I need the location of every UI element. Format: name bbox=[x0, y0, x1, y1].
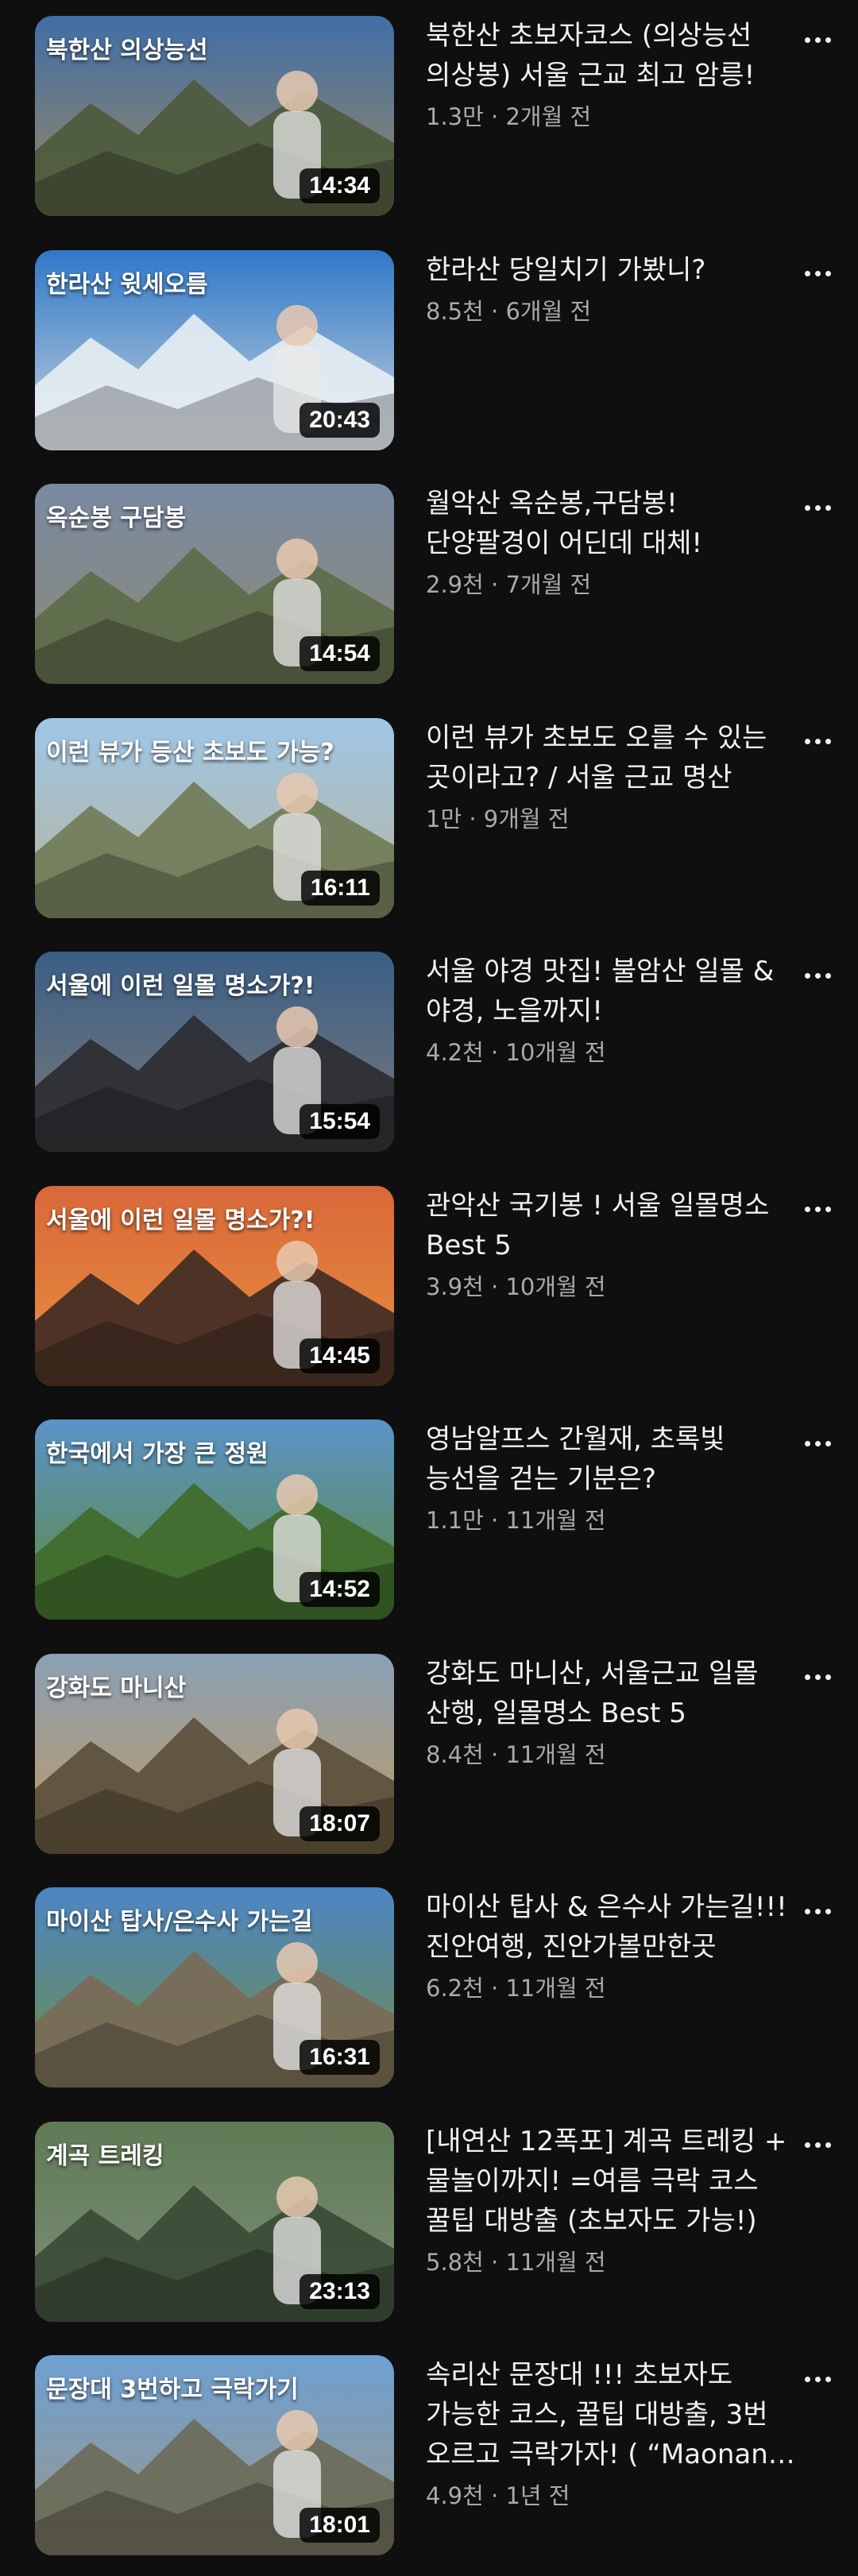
video-info: 한라산 당일치기 가봤니? 8.5천 · 6개월 전 bbox=[426, 250, 799, 326]
video-title[interactable]: 강화도 마니산, 서울근교 일몰 산행, 일몰명소 Best 5 bbox=[426, 1654, 799, 1733]
video-meta: 1.1만 · 11개월 전 bbox=[426, 1507, 606, 1534]
video-info: 서울 야경 맛집! 불암산 일몰 & 야경, 노을까지! 4.2천 · 10개월… bbox=[426, 952, 799, 1068]
thumbnail-caption: 문장대 3번하고 극락가기 bbox=[46, 2376, 299, 2404]
video-meta: 8.4천 · 11개월 전 bbox=[426, 1740, 606, 1768]
video-item[interactable]: 마이산 탑사/은수사 가는길 16:31 마이산 탑사 & 은수사 가는길!!!… bbox=[0, 1887, 858, 2094]
video-meta: 1.3만 · 2개월 전 bbox=[426, 103, 592, 130]
video-thumbnail[interactable]: 강화도 마니산 18:07 bbox=[35, 1653, 394, 1854]
video-title[interactable]: 관악산 국기봉 ! 서울 일몰명소 Best 5 bbox=[426, 1186, 799, 1265]
video-item[interactable]: 서울에 이런 일몰 명소가?! 15:54 서울 야경 맛집! 불암산 일몰 &… bbox=[0, 952, 858, 1158]
more-options-icon[interactable] bbox=[798, 734, 837, 750]
video-duration-badge: 14:54 bbox=[300, 636, 380, 671]
more-options-icon[interactable] bbox=[798, 1435, 837, 1451]
video-duration-badge: 20:43 bbox=[300, 402, 380, 438]
video-thumbnail[interactable]: 한라산 윗세오름 20:43 bbox=[35, 249, 394, 450]
video-thumbnail[interactable]: 옥순봉 구담봉 14:54 bbox=[35, 484, 394, 684]
video-thumbnail[interactable]: 이런 뷰가 등산 초보도 가능? 16:11 bbox=[35, 717, 394, 918]
video-title[interactable]: 마이산 탑사 & 은수사 가는길!!! 진안여행, 진안가볼만한곳 bbox=[426, 1887, 799, 1967]
video-item[interactable]: 한국에서 가장 큰 정원 14:52 영남알프스 간월재, 초록빛 능선을 걷는… bbox=[0, 1419, 858, 1626]
video-title[interactable]: [내연산 12폭포] 계곡 트레킹 + 물놀이까지! =여름 극락 코스 꿀팁 … bbox=[426, 2122, 799, 2241]
video-feed: 북한산 의상능선 14:34 북한산 초보자코스 (의상능선 의상봉) 서울 근… bbox=[0, 0, 858, 2576]
video-duration-badge: 14:52 bbox=[300, 1572, 380, 1607]
video-info: 속리산 문장대 !!! 초보자도 가능한 코스, 꿀팁 대방출, 3번 오르고 … bbox=[426, 2355, 799, 2511]
video-meta: 3.9천 · 10개월 전 bbox=[426, 1273, 606, 1300]
video-duration-badge: 23:13 bbox=[300, 2273, 380, 2309]
video-info: 영남알프스 간월재, 초록빛 능선을 걷는 기분은? 1.1만 · 11개월 전 bbox=[426, 1419, 799, 1535]
video-item[interactable]: 한라산 윗세오름 20:43 한라산 당일치기 가봤니? 8.5천 · 6개월 … bbox=[0, 249, 858, 457]
thumbnail-caption: 북한산 의상능선 bbox=[46, 37, 208, 64]
video-meta: 5.8천 · 11개월 전 bbox=[426, 2248, 606, 2276]
more-options-icon[interactable] bbox=[798, 2371, 837, 2387]
more-options-icon[interactable] bbox=[798, 967, 837, 983]
video-thumbnail[interactable]: 계곡 트레킹 23:13 bbox=[35, 2121, 394, 2322]
video-thumbnail[interactable]: 문장대 3번하고 극락가기 18:01 bbox=[35, 2355, 394, 2555]
video-info: 이런 뷰가 초보도 오를 수 있는 곳이라고? / 서울 근교 명산 1만 · … bbox=[426, 718, 799, 834]
video-meta: 4.9천 · 1년 전 bbox=[426, 2482, 570, 2509]
video-title[interactable]: 한라산 당일치기 가봤니? bbox=[426, 250, 799, 290]
video-item[interactable]: 문장대 3번하고 극락가기 18:01 속리산 문장대 !!! 초보자도 가능한… bbox=[0, 2355, 858, 2562]
thumbnail-caption: 서울에 이런 일몰 명소가?! bbox=[46, 1206, 315, 1234]
thumbnail-caption: 한라산 윗세오름 bbox=[46, 270, 208, 299]
video-thumbnail[interactable]: 한국에서 가장 큰 정원 14:52 bbox=[35, 1419, 394, 1620]
video-thumbnail[interactable]: 마이산 탑사/은수사 가는길 16:31 bbox=[35, 1887, 394, 2087]
more-options-icon[interactable] bbox=[798, 1202, 837, 1218]
more-options-icon[interactable] bbox=[798, 1903, 837, 1919]
video-item[interactable]: 옥순봉 구담봉 14:54 월악산 옥순봉,구담봉! 단양팔경이 어딘데 대체!… bbox=[0, 484, 858, 690]
video-duration-badge: 14:45 bbox=[300, 1338, 380, 1373]
thumbnail-caption: 서울에 이런 일몰 명소가?! bbox=[46, 972, 315, 1000]
video-title[interactable]: 이런 뷰가 초보도 오를 수 있는 곳이라고? / 서울 근교 명산 bbox=[426, 718, 799, 798]
video-duration-badge: 14:34 bbox=[300, 168, 380, 203]
video-meta: 2.9천 · 7개월 전 bbox=[426, 571, 592, 598]
video-title[interactable]: 영남알프스 간월재, 초록빛 능선을 걷는 기분은? bbox=[426, 1419, 799, 1499]
more-options-icon[interactable] bbox=[798, 2138, 837, 2153]
video-item[interactable]: 서울에 이런 일몰 명소가?! 14:45 관악산 국기봉 ! 서울 일몰명소 … bbox=[0, 1185, 858, 1392]
thumbnail-caption: 강화도 마니산 bbox=[46, 1674, 187, 1702]
video-duration-badge: 18:07 bbox=[300, 1806, 380, 1841]
video-info: 월악산 옥순봉,구담봉! 단양팔경이 어딘데 대체! 2.9천 · 7개월 전 bbox=[426, 484, 799, 600]
more-options-icon[interactable] bbox=[798, 266, 837, 282]
video-meta: 4.2천 · 10개월 전 bbox=[426, 1039, 606, 1066]
thumbnail-caption: 이런 뷰가 등산 초보도 가능? bbox=[46, 738, 334, 767]
video-info: 관악산 국기봉 ! 서울 일몰명소 Best 5 3.9천 · 10개월 전 bbox=[426, 1186, 799, 1302]
thumbnail-caption: 계곡 트레킹 bbox=[46, 2142, 164, 2170]
video-title[interactable]: 서울 야경 맛집! 불암산 일몰 & 야경, 노을까지! bbox=[426, 952, 799, 1031]
video-duration-badge: 16:11 bbox=[300, 870, 380, 906]
video-meta: 6.2천 · 11개월 전 bbox=[426, 1975, 606, 2002]
more-options-icon[interactable] bbox=[798, 32, 837, 48]
video-thumbnail[interactable]: 북한산 의상능선 14:34 bbox=[35, 16, 394, 216]
video-item[interactable]: 이런 뷰가 등산 초보도 가능? 16:11 이런 뷰가 초보도 오를 수 있는… bbox=[0, 717, 858, 925]
video-info: [내연산 12폭포] 계곡 트레킹 + 물놀이까지! =여름 극락 코스 꿀팁 … bbox=[426, 2122, 799, 2277]
video-info: 강화도 마니산, 서울근교 일몰 산행, 일몰명소 Best 5 8.4천 · … bbox=[426, 1654, 799, 1770]
video-duration-badge: 15:54 bbox=[300, 1104, 380, 1139]
video-info: 마이산 탑사 & 은수사 가는길!!! 진안여행, 진안가볼만한곳 6.2천 ·… bbox=[426, 1887, 799, 2003]
video-title[interactable]: 월악산 옥순봉,구담봉! 단양팔경이 어딘데 대체! bbox=[426, 484, 799, 563]
video-info: 북한산 초보자코스 (의상능선 의상봉) 서울 근교 최고 암릉! 1.3만 ·… bbox=[426, 16, 799, 132]
video-thumbnail[interactable]: 서울에 이런 일몰 명소가?! 15:54 bbox=[35, 952, 394, 1152]
thumbnail-caption: 한국에서 가장 큰 정원 bbox=[46, 1440, 269, 1468]
video-item[interactable]: 계곡 트레킹 23:13 [내연산 12폭포] 계곡 트레킹 + 물놀이까지! … bbox=[0, 2121, 858, 2328]
video-meta: 8.5천 · 6개월 전 bbox=[426, 297, 592, 325]
more-options-icon[interactable] bbox=[798, 1670, 837, 1686]
thumbnail-caption: 마이산 탑사/은수사 가는길 bbox=[46, 1908, 313, 1936]
video-title[interactable]: 북한산 초보자코스 (의상능선 의상봉) 서울 근교 최고 암릉! bbox=[426, 16, 799, 95]
video-thumbnail[interactable]: 서울에 이런 일몰 명소가?! 14:45 bbox=[35, 1185, 394, 1386]
video-item[interactable]: 강화도 마니산 18:07 강화도 마니산, 서울근교 일몰 산행, 일몰명소 … bbox=[0, 1653, 858, 1860]
video-duration-badge: 18:01 bbox=[300, 2508, 380, 2543]
thumbnail-caption: 옥순봉 구담봉 bbox=[46, 504, 187, 532]
video-title[interactable]: 속리산 문장대 !!! 초보자도 가능한 코스, 꿀팁 대방출, 3번 오르고 … bbox=[426, 2355, 799, 2474]
more-options-icon[interactable] bbox=[798, 500, 837, 516]
video-duration-badge: 16:31 bbox=[300, 2040, 380, 2075]
video-meta: 1만 · 9개월 전 bbox=[426, 805, 570, 832]
video-item[interactable]: 북한산 의상능선 14:34 북한산 초보자코스 (의상능선 의상봉) 서울 근… bbox=[0, 16, 858, 222]
